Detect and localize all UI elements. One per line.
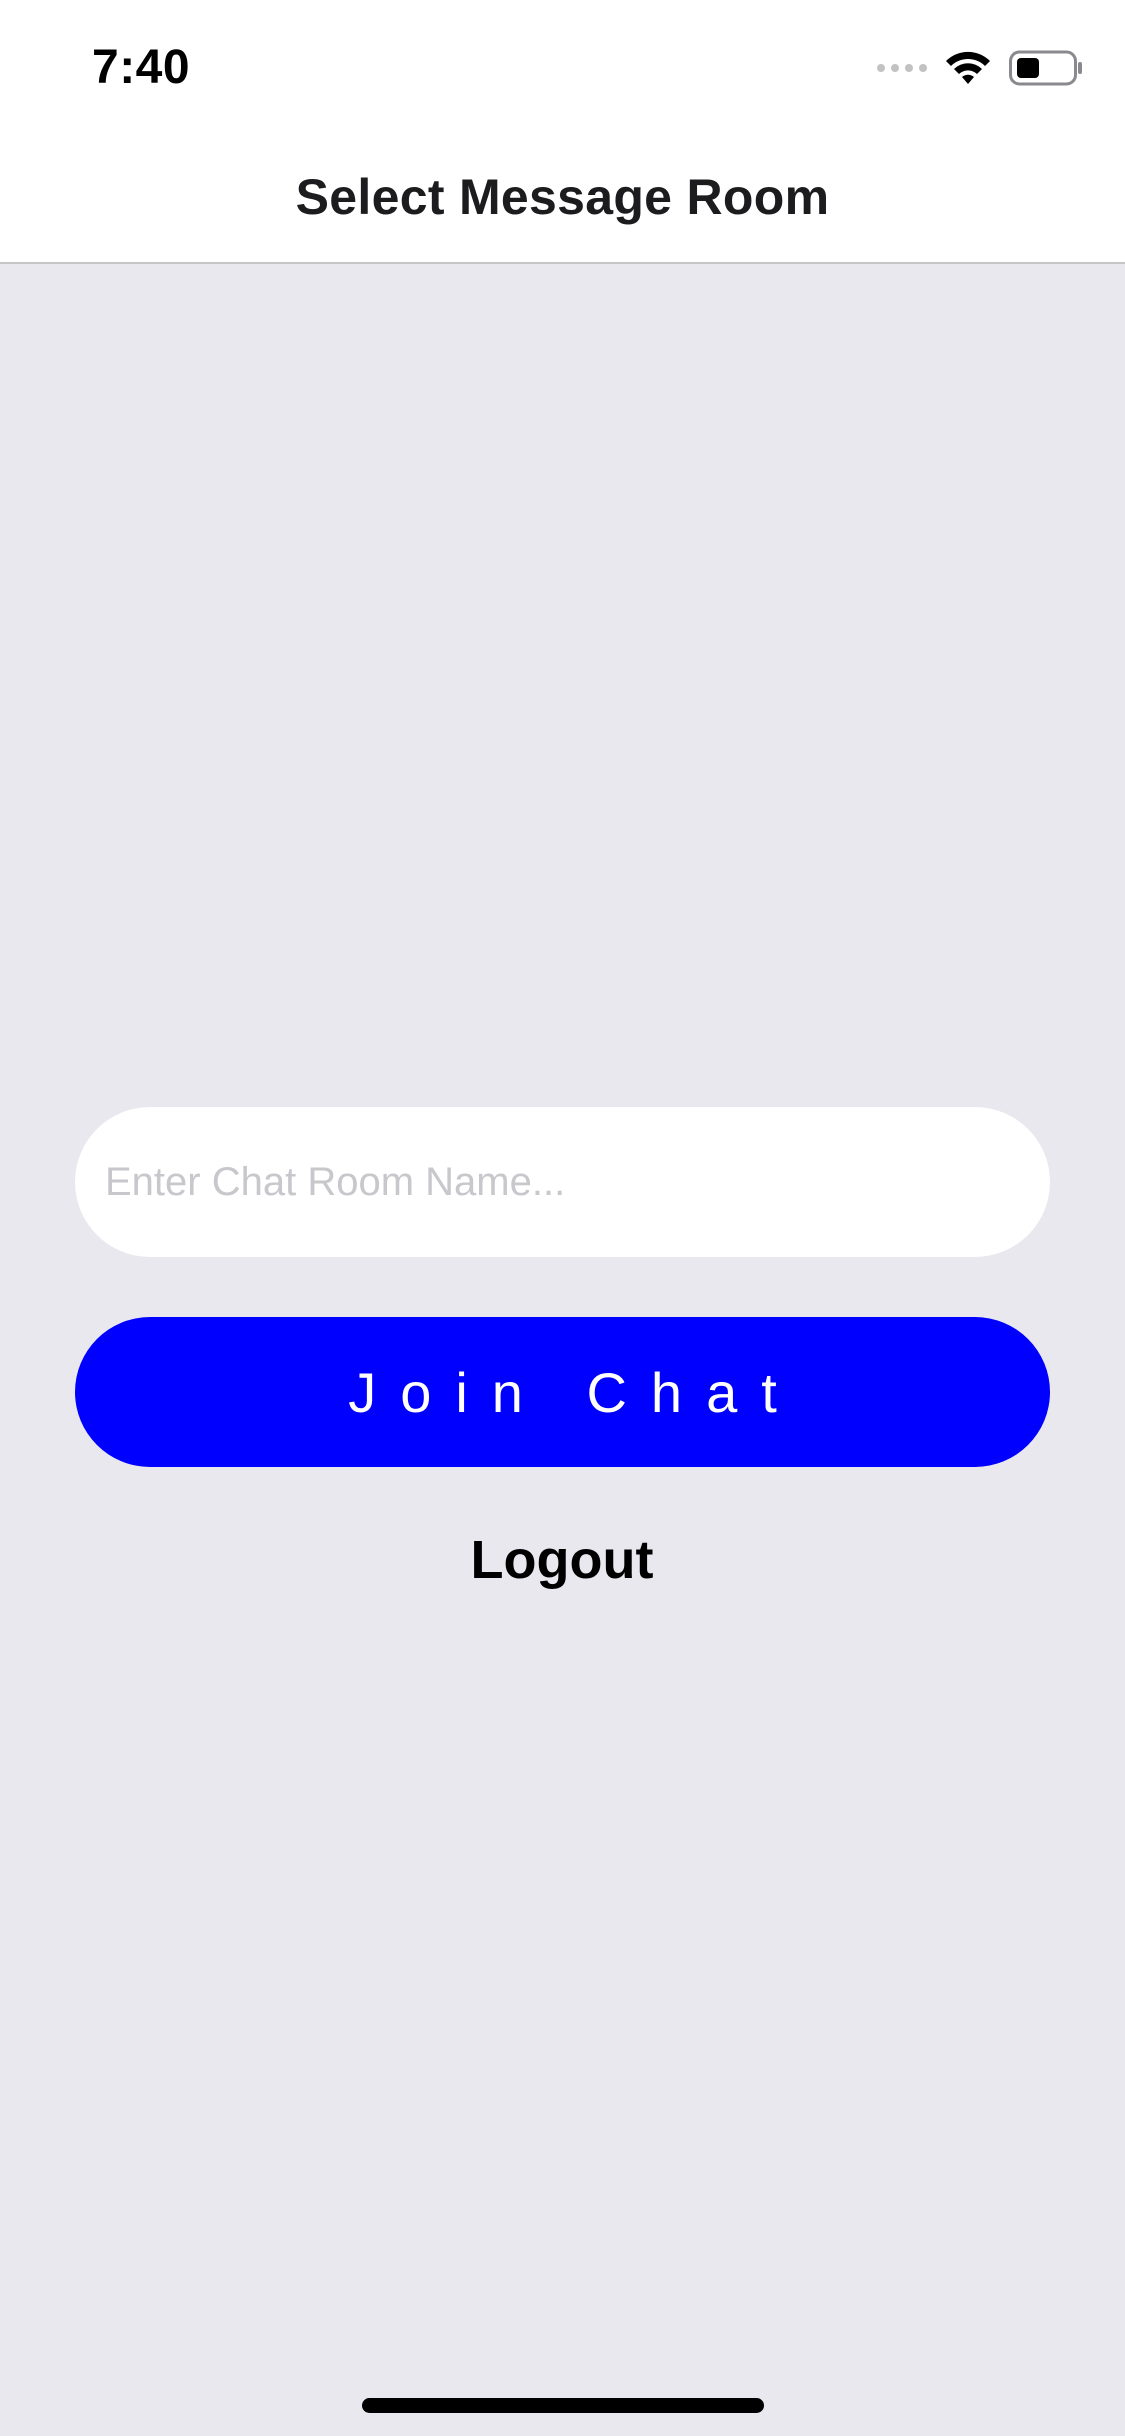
page-title: Select Message Room xyxy=(295,169,830,225)
status-time: 7:40 xyxy=(92,41,191,94)
status-icons xyxy=(877,48,1083,88)
chat-room-name-input[interactable] xyxy=(75,1107,1050,1257)
logout-button[interactable]: Logout xyxy=(362,1520,762,1600)
battery-icon xyxy=(1009,50,1082,86)
wifi-icon xyxy=(946,51,990,84)
navigation-bar: 7:40 Select Message Room xyxy=(0,0,1125,264)
home-indicator[interactable] xyxy=(362,2398,764,2413)
join-chat-button[interactable]: Join Chat xyxy=(75,1317,1050,1467)
signal-icon xyxy=(877,64,927,72)
